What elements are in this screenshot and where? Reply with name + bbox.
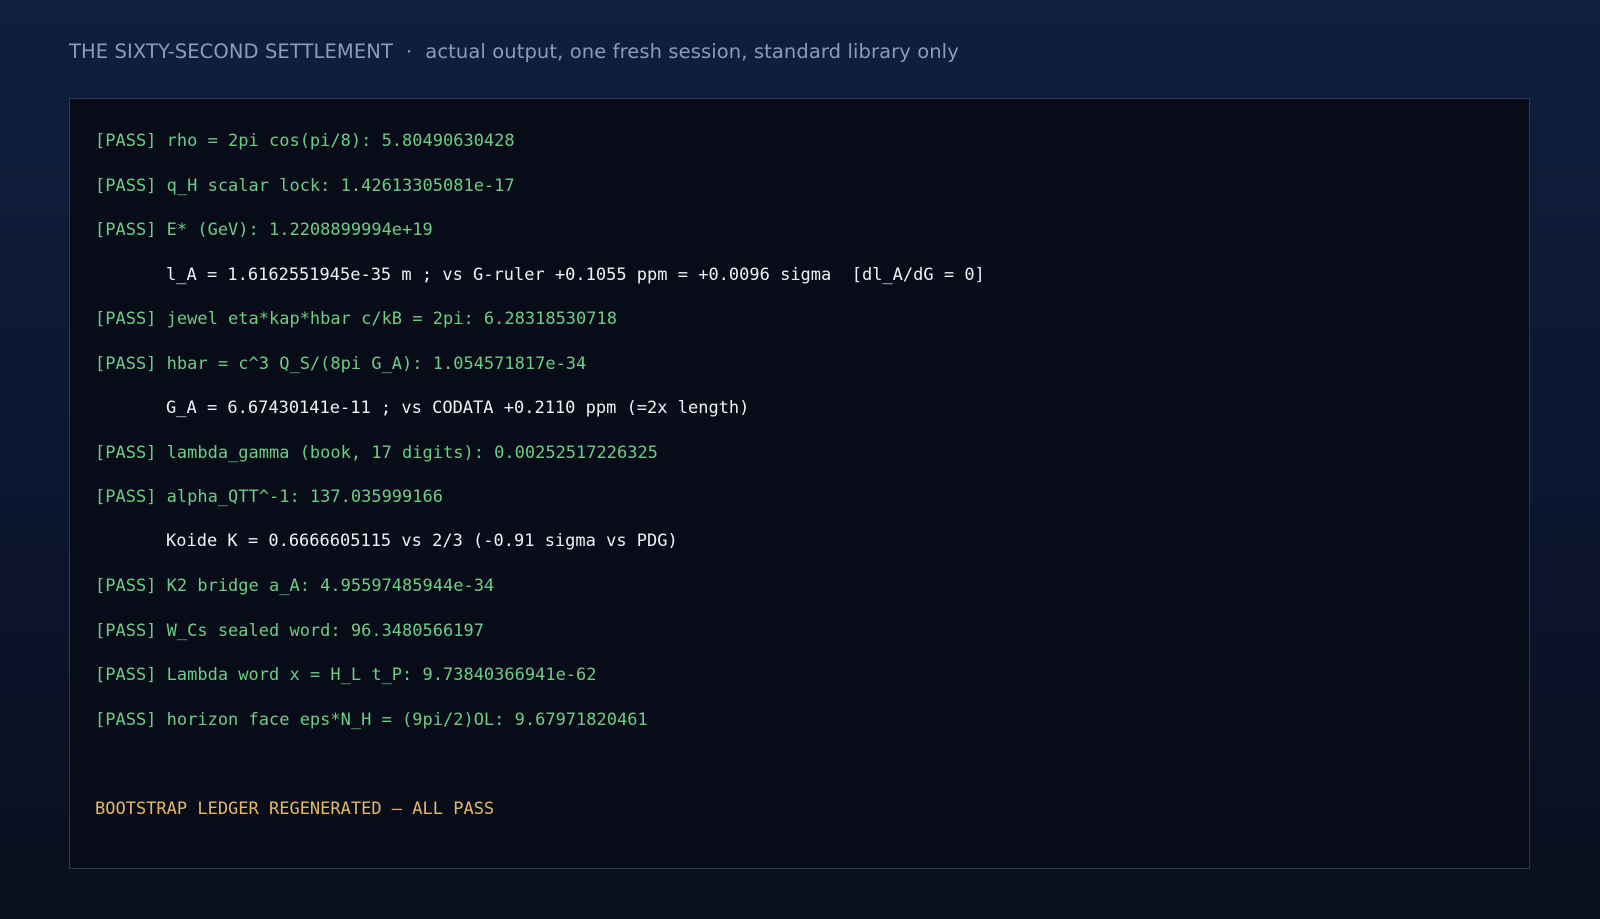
final-status-line: BOOTSTRAP LEDGER REGENERATED — ALL PASS <box>95 799 495 819</box>
output-line-pass: [PASS] alpha_QTT^-1: 137.035999166 <box>95 487 443 507</box>
output-line-pass: [PASS] rho = 2pi cos(pi/8): 5.8049063042… <box>95 131 515 151</box>
output-line-info: Koide K = 0.6666605115 vs 2/3 (-0.91 sig… <box>166 531 678 551</box>
output-line-pass: [PASS] hbar = c^3 Q_S/(8pi G_A): 1.05457… <box>95 354 587 374</box>
output-line-pass: [PASS] W_Cs sealed word: 96.3480566197 <box>95 621 484 641</box>
output-line-info: l_A = 1.6162551945e-35 m ; vs G-ruler +0… <box>166 265 985 285</box>
output-line-pass: [PASS] K2 bridge a_A: 4.95597485944e-34 <box>95 576 495 596</box>
subtitle-text: actual output, one fresh session, standa… <box>425 40 959 63</box>
output-line-pass: [PASS] Lambda word x = H_L t_P: 9.738403… <box>95 665 597 685</box>
output-line-pass: [PASS] jewel eta*kap*hbar c/kB = 2pi: 6.… <box>95 309 617 329</box>
output-line-info: G_A = 6.67430141e-11 ; vs CODATA +0.2110… <box>166 398 750 418</box>
output-line-pass: [PASS] q_H scalar lock: 1.42613305081e-1… <box>95 176 515 196</box>
output-line-pass: [PASS] lambda_gamma (book, 17 digits): 0… <box>95 443 658 463</box>
page-title: THE SIXTY-SECOND SETTLEMENT · actual outpu… <box>69 40 959 63</box>
output-line-pass: [PASS] horizon face eps*N_H = (9pi/2)OL:… <box>95 710 648 730</box>
terminal-output: [PASS] rho = 2pi cos(pi/8): 5.8049063042… <box>69 98 1530 869</box>
title-separator: · <box>405 40 413 63</box>
output-line-pass: [PASS] E* (GeV): 1.2208899994e+19 <box>95 220 433 240</box>
title-text: THE SIXTY-SECOND SETTLEMENT <box>69 40 393 63</box>
